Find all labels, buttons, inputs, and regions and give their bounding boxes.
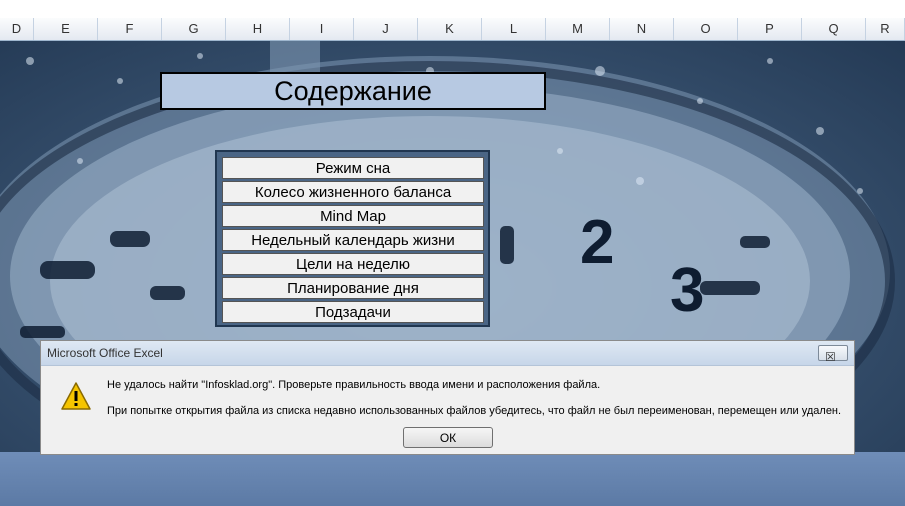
column-header[interactable]: F	[98, 18, 162, 40]
column-header[interactable]: M	[546, 18, 610, 40]
column-header[interactable]: H	[226, 18, 290, 40]
clock-numeral-3: 3	[670, 256, 704, 325]
ok-button[interactable]: ОК	[403, 427, 493, 448]
column-header[interactable]: Q	[802, 18, 866, 40]
column-header[interactable]: R	[866, 18, 905, 40]
menu-item-life-balance[interactable]: Колесо жизненного баланса	[222, 181, 484, 203]
clock-numeral-2: 2	[580, 208, 614, 277]
dialog-message-line-1: Не удалось найти "Infosklad.org". Провер…	[107, 379, 601, 391]
column-header[interactable]: O	[674, 18, 738, 40]
column-header[interactable]: L	[482, 18, 546, 40]
menu-item-sleep-mode[interactable]: Режим сна	[222, 157, 484, 179]
dialog-titlebar[interactable]: Microsoft Office Excel ☒	[41, 341, 854, 366]
column-header[interactable]: E	[34, 18, 98, 40]
column-header[interactable]: J	[354, 18, 418, 40]
dialog-message-line-2: При попытке открытия файла из списка нед…	[107, 405, 842, 417]
close-icon: ☒	[825, 350, 836, 364]
menu-item-weekly-goals[interactable]: Цели на неделю	[222, 253, 484, 275]
error-dialog: Microsoft Office Excel ☒ Не удалось найт…	[40, 340, 855, 455]
column-header[interactable]: I	[290, 18, 354, 40]
dialog-title: Microsoft Office Excel	[47, 346, 163, 360]
bottom-band	[0, 452, 905, 506]
menu-item-mind-map[interactable]: Mind Map	[222, 205, 484, 227]
column-header[interactable]: D	[0, 18, 34, 40]
column-header[interactable]: K	[418, 18, 482, 40]
warning-icon	[60, 381, 92, 416]
column-header-row: D E F G H I J K L M N O P Q R	[0, 18, 905, 41]
column-header[interactable]: P	[738, 18, 802, 40]
close-button[interactable]: ☒	[818, 345, 848, 364]
menu-item-day-planning[interactable]: Планирование дня	[222, 277, 484, 299]
contents-title: Содержание	[160, 72, 546, 110]
column-header[interactable]: G	[162, 18, 226, 40]
contents-menu: Режим сна Колесо жизненного баланса Mind…	[215, 150, 490, 327]
menu-item-weekly-calendar[interactable]: Недельный календарь жизни	[222, 229, 484, 251]
menu-item-subtasks[interactable]: Подзадачи	[222, 301, 484, 323]
column-header[interactable]: N	[610, 18, 674, 40]
